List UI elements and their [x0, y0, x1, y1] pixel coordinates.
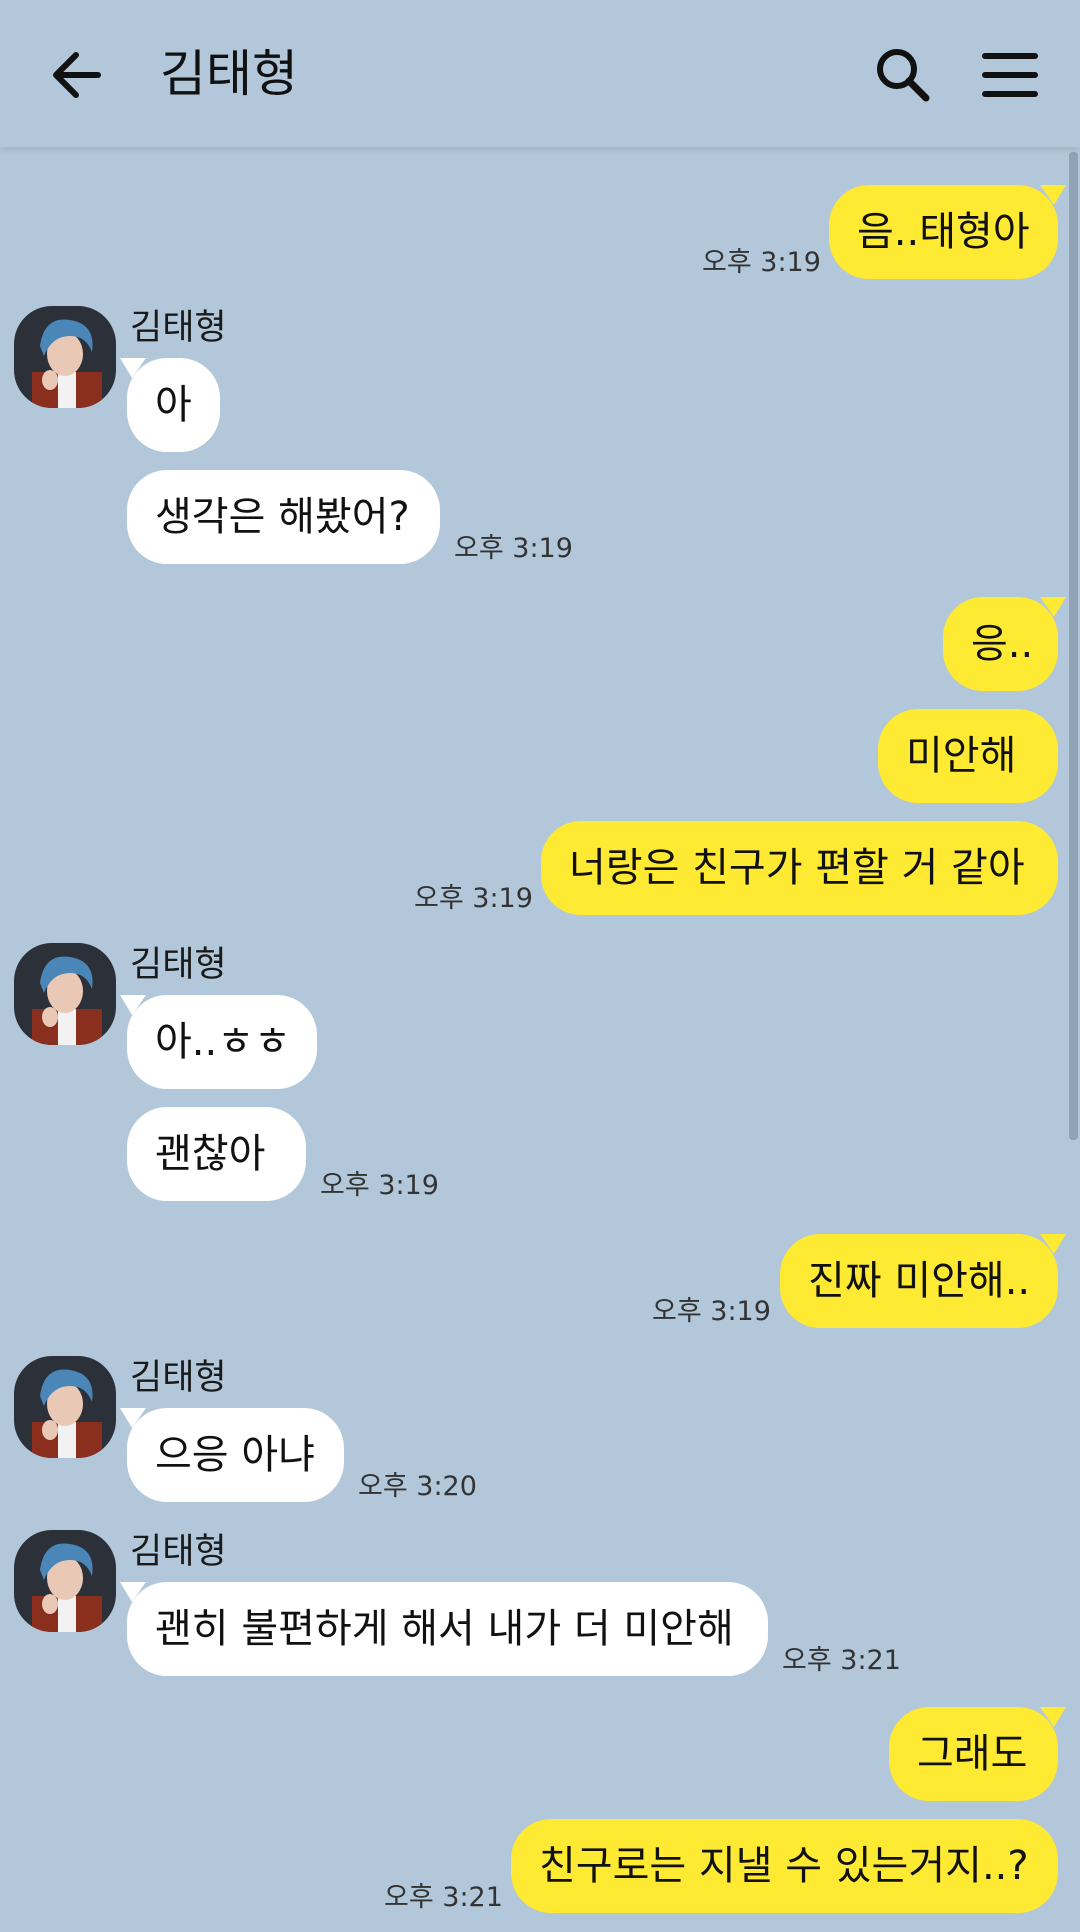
- message-text: 아: [155, 382, 192, 428]
- sender-name: 김태형: [130, 308, 227, 348]
- other-message-bubble[interactable]: 아..ㅎㅎ: [127, 995, 317, 1089]
- message-time: 오후 3:21: [782, 1645, 901, 1676]
- avatar[interactable]: [14, 306, 116, 408]
- bubble-tail: [120, 358, 146, 378]
- other-message-bubble[interactable]: 생각은 해봤어?: [127, 470, 440, 564]
- message-time: 오후 3:19: [702, 247, 821, 278]
- scrollbar[interactable]: [1069, 152, 1078, 1140]
- bubble-tail: [120, 995, 146, 1015]
- other-message-bubble[interactable]: 으응 아냐: [127, 1408, 344, 1502]
- sender-name: 김태형: [130, 945, 227, 985]
- search-icon[interactable]: [868, 40, 938, 110]
- message-text: 미안해: [906, 733, 1017, 779]
- bubble-tail: [1040, 185, 1066, 205]
- arrow-left-icon[interactable]: [42, 40, 112, 110]
- my-message-bubble[interactable]: 너랑은 친구가 편할 거 같아: [541, 821, 1058, 915]
- chat-header: 김태형: [0, 0, 1080, 147]
- message-text: 으응 아냐: [155, 1432, 315, 1478]
- bubble-tail: [1040, 1234, 1066, 1254]
- my-message-bubble[interactable]: 그래도: [889, 1707, 1058, 1801]
- other-message-bubble[interactable]: 괜히 불편하게 해서 내가 더 미안해: [127, 1582, 768, 1676]
- my-message-bubble[interactable]: 진짜 미안해..: [780, 1234, 1058, 1328]
- bubble-tail: [1040, 1707, 1066, 1727]
- message-text: 그래도: [917, 1731, 1028, 1777]
- other-message-bubble[interactable]: 괜찮아: [127, 1107, 306, 1201]
- message-text: 응..: [971, 621, 1034, 667]
- my-message-bubble[interactable]: 친구로는 지낼 수 있는거지..?: [511, 1819, 1058, 1913]
- my-message-bubble[interactable]: 음..태형아: [829, 185, 1058, 279]
- bubble-tail: [1040, 597, 1066, 617]
- message-time: 오후 3:19: [454, 533, 573, 564]
- sender-name: 김태형: [130, 1532, 227, 1572]
- message-text: 아..ㅎㅎ: [155, 1019, 291, 1065]
- message-time: 오후 3:20: [358, 1471, 477, 1502]
- message-time: 오후 3:19: [320, 1170, 439, 1201]
- message-time: 오후 3:19: [652, 1296, 771, 1327]
- message-text: 친구로는 지낼 수 있는거지..?: [539, 1843, 1029, 1889]
- bubble-tail: [120, 1582, 146, 1602]
- message-text: 생각은 해봤어?: [155, 494, 410, 540]
- message-text: 음..태형아: [857, 209, 1030, 255]
- avatar[interactable]: [14, 943, 116, 1045]
- message-text: 진짜 미안해..: [808, 1258, 1031, 1304]
- message-text: 괜찮아: [155, 1131, 266, 1177]
- bubble-tail: [120, 1408, 146, 1428]
- hamburger-menu-icon[interactable]: [975, 40, 1045, 110]
- my-message-bubble[interactable]: 미안해: [878, 709, 1058, 803]
- avatar[interactable]: [14, 1356, 116, 1458]
- message-time: 오후 3:21: [384, 1882, 503, 1913]
- message-text: 너랑은 친구가 편할 거 같아: [569, 845, 1025, 891]
- chat-title: 김태형: [160, 45, 298, 103]
- message-time: 오후 3:19: [414, 883, 533, 914]
- sender-name: 김태형: [130, 1358, 227, 1398]
- avatar[interactable]: [14, 1530, 116, 1632]
- message-text: 괜히 불편하게 해서 내가 더 미안해: [155, 1606, 734, 1652]
